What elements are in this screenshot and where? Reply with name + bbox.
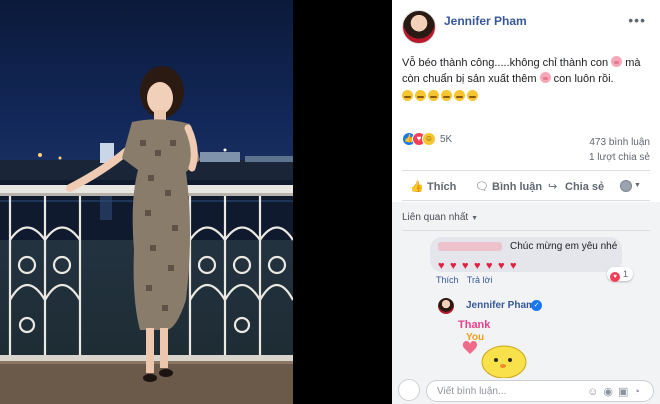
comments-section: Liên quan nhất ▼ Chúc mừng em yêu nhé ♥ ♥ ♥… xyxy=(392,202,660,404)
post-text-line1b: mà xyxy=(625,57,641,69)
comment-like-link[interactable]: Thích xyxy=(436,275,459,285)
gif-icon[interactable]: ▣ xyxy=(618,386,633,398)
love-reaction-icon: ♥ xyxy=(610,272,620,282)
emoji-icon[interactable]: ☺ xyxy=(587,386,603,398)
haha-reaction-icon: ☺ xyxy=(422,132,436,146)
like-button-label: Thích xyxy=(427,181,457,193)
like-button[interactable]: 👍 Thích xyxy=(410,179,456,195)
heart-icon: ♥ xyxy=(510,260,517,272)
reply-author-name[interactable]: Jennifer Pham xyxy=(466,300,535,311)
relieved-face-emoji-icon xyxy=(467,90,478,101)
thumbs-up-icon: 👍 xyxy=(410,181,424,193)
sticker-you-text: You xyxy=(466,332,484,343)
relieved-face-emoji-icon xyxy=(428,90,439,101)
thank-you-sticker: Thank You xyxy=(458,319,527,378)
relieved-face-emoji-icon xyxy=(415,90,426,101)
comment-reaction-badge[interactable]: ♥ 1 xyxy=(607,267,633,282)
current-user-avatar xyxy=(398,379,420,401)
verified-badge-icon: ✓ xyxy=(531,300,542,311)
composer-icon-row: ☺◉▣◔ xyxy=(587,385,645,398)
globe-icon xyxy=(620,180,632,192)
share-count[interactable]: 1 lượt chia sẻ xyxy=(589,152,650,163)
comment-reaction-count: 1 xyxy=(623,269,629,279)
share-arrow-icon: ↪ xyxy=(548,181,558,193)
comment-input[interactable]: Viết bình luận... ☺◉▣◔ xyxy=(426,380,654,402)
relieved-face-emoji-icon xyxy=(441,90,452,101)
audience-selector[interactable]: ▼ xyxy=(620,178,642,194)
reply-author-avatar[interactable] xyxy=(438,298,454,314)
post-emoji-row xyxy=(402,88,480,101)
heart-icon: ♥ xyxy=(462,260,469,272)
post-photo xyxy=(0,0,293,404)
share-button-label: Chia sẻ xyxy=(565,181,605,193)
post-text-line2b: con luôn rồi. xyxy=(553,73,614,85)
comment-button-label: Bình luận xyxy=(492,181,543,193)
heart-icon: ♥ xyxy=(474,260,481,272)
comment-bubble-icon: 🗨 xyxy=(475,181,489,193)
comment-text: Chúc mừng em yêu nhé xyxy=(510,241,618,252)
post-panel: Jennifer Pham ••• Vỗ béo thành công.....… xyxy=(392,0,660,404)
author-avatar[interactable] xyxy=(402,10,436,44)
share-button[interactable]: ↪ Chia sẻ xyxy=(548,179,604,195)
sticker-icon[interactable]: ◔ xyxy=(633,386,645,398)
divider xyxy=(402,170,650,171)
post-text-line1: Vỗ béo thành công.....không chỉ thành co… xyxy=(402,57,609,69)
post-header: Jennifer Pham ••• xyxy=(392,0,660,48)
comment-sort-label: Liên quan nhất xyxy=(402,212,469,223)
more-options-icon[interactable]: ••• xyxy=(628,12,646,28)
comment-bubble: Chúc mừng em yêu nhé ♥ ♥ ♥ ♥ ♥ ♥ ♥ xyxy=(430,237,622,272)
reaction-count[interactable]: 5K xyxy=(440,134,452,145)
divider xyxy=(402,200,650,201)
divider xyxy=(402,230,650,231)
pig-face-emoji-icon xyxy=(611,56,623,67)
heart-icon: ♥ xyxy=(450,260,457,272)
chevron-down-icon: ▼ xyxy=(471,215,479,222)
heart-icon: ♥ xyxy=(438,260,445,272)
post-photo-viewer[interactable] xyxy=(0,0,392,404)
heart-icon: ♥ xyxy=(486,260,493,272)
comment-hearts: ♥ ♥ ♥ ♥ ♥ ♥ ♥ xyxy=(438,256,522,272)
post-text: Vỗ béo thành công.....không chỉ thành co… xyxy=(402,55,652,87)
comment-button[interactable]: 🗨 Bình luận xyxy=(475,179,542,195)
comment-count[interactable]: 473 bình luận xyxy=(589,137,650,148)
comment-actions: Thích Trả lời xyxy=(436,275,498,285)
sticker-thank-text: Thank xyxy=(458,319,491,331)
comment-sort-dropdown[interactable]: Liên quan nhất ▼ xyxy=(402,212,478,223)
author-name[interactable]: Jennifer Pham xyxy=(444,14,527,28)
heart-icon: ♥ xyxy=(498,260,505,272)
camera-icon[interactable]: ◉ xyxy=(603,386,618,398)
post-text-line2a: còn chuẩn bị sản xuất thêm xyxy=(402,73,537,85)
comment-reply-link[interactable]: Trả lời xyxy=(467,275,493,285)
chevron-down-icon: ▼ xyxy=(634,182,641,189)
relieved-face-emoji-icon xyxy=(402,90,413,101)
pig-face-emoji-icon xyxy=(539,72,551,83)
blurred-commenter-name xyxy=(438,242,502,251)
relieved-face-emoji-icon xyxy=(454,90,465,101)
comment-input-placeholder: Viết bình luận... xyxy=(437,386,507,397)
